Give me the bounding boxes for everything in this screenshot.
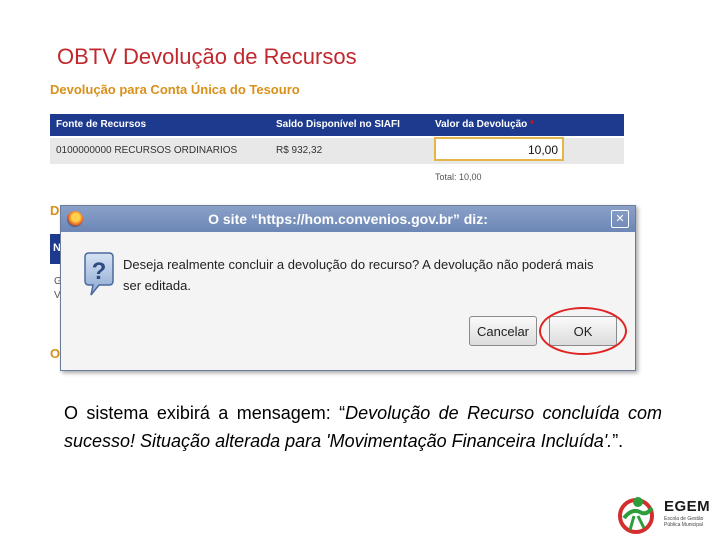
required-mark: *: [530, 119, 534, 130]
cell-fonte: 0100000000 RECURSOS ORDINARIOS: [56, 145, 238, 156]
column-header-valor: Valor da Devolução *: [435, 119, 534, 130]
close-icon[interactable]: ✕: [611, 210, 629, 228]
question-icon: ?: [84, 252, 114, 296]
confirm-dialog: O site “https://hom.convenios.gov.br” di…: [60, 205, 636, 371]
section-title: Devolução para Conta Única do Tesouro: [50, 82, 300, 97]
body-text-plain: O sistema exibirá a mensagem: “: [64, 403, 346, 423]
column-header-saldo: Saldo Disponível no SIAFI: [276, 119, 400, 130]
slide-title: OBTV Devolução de Recursos: [57, 44, 357, 69]
ok-highlight-circle: [539, 307, 627, 355]
egem-logo-mark: [618, 497, 654, 534]
column-header-valor-label: Valor da Devolução: [435, 119, 528, 130]
body-text-end: ”.: [612, 431, 624, 451]
peek-letter-1: D: [50, 203, 60, 218]
table-header: Fonte de Recursos Saldo Disponível no SI…: [50, 114, 624, 136]
cancel-button[interactable]: Cancelar: [469, 316, 537, 346]
column-header-fonte: Fonte de Recursos: [56, 119, 147, 130]
valor-devolucao-input[interactable]: 10,00: [434, 137, 564, 161]
dialog-message: Deseja realmente concluir a devolução do…: [123, 257, 594, 293]
dialog-titlebar: O site “https://hom.convenios.gov.br” di…: [61, 206, 635, 232]
logo-name: EGEM: [664, 498, 711, 515]
egem-logo: EGEM Escola de Gestão Pública Municipal: [612, 494, 712, 534]
body-text: O sistema exibirá a mensagem: “Devolução…: [64, 399, 662, 455]
dialog-title: O site “https://hom.convenios.gov.br” di…: [208, 211, 488, 227]
svg-text:?: ?: [92, 258, 107, 285]
peek-letter-5: O: [50, 346, 61, 361]
cell-saldo: R$ 932,32: [276, 145, 323, 156]
logo-subtitle: Escola de Gestão Pública Municipal: [664, 516, 704, 528]
total-label: Total: 10,00: [435, 172, 482, 182]
